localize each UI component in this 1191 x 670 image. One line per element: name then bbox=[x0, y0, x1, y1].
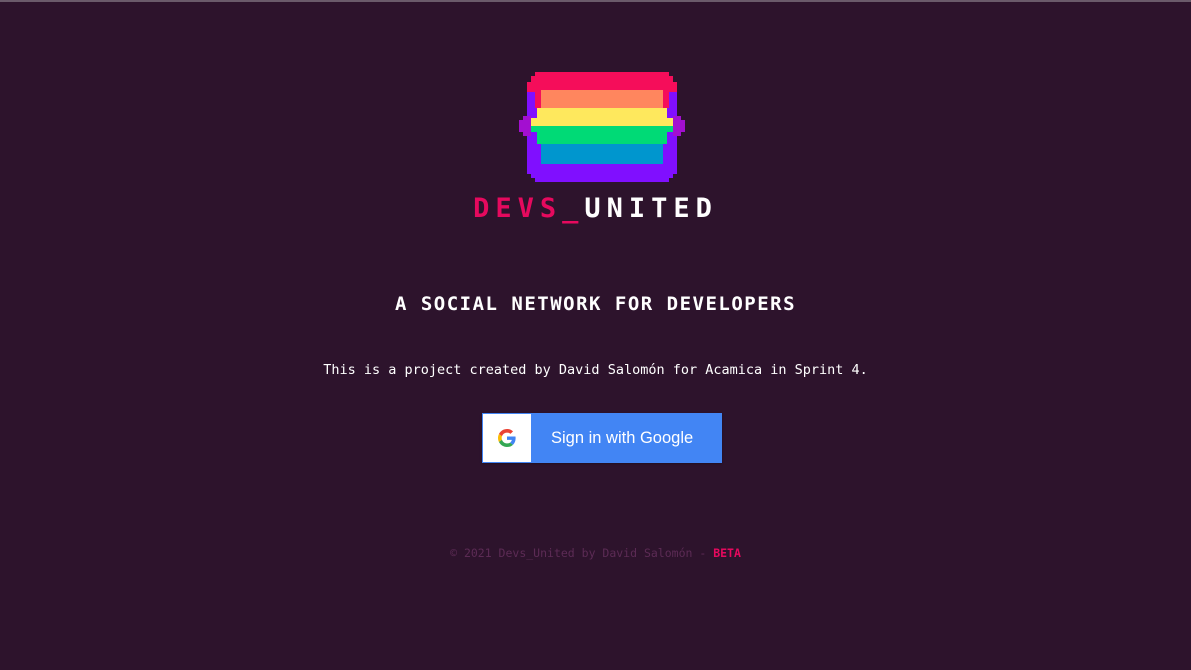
google-signin-label: Sign in with Google bbox=[551, 428, 694, 447]
brand-name-part1: DEVS_ bbox=[473, 193, 585, 224]
window-top-border bbox=[0, 0, 1191, 2]
footer: © 2021 Devs_United by David Salomón - BE… bbox=[0, 544, 1191, 562]
google-signin-button[interactable]: Sign in with Google bbox=[482, 413, 722, 463]
brand-wordmark: DEVS_UNITED bbox=[0, 192, 1191, 226]
brand-name-part2: UNITED bbox=[584, 193, 718, 224]
footer-copyright: © 2021 Devs_United by David Salomón - bbox=[450, 546, 714, 560]
google-g-icon bbox=[498, 429, 516, 447]
google-g-icon-box bbox=[483, 414, 531, 462]
tagline-heading: A SOCIAL NETWORK FOR DEVELOPERS bbox=[394, 293, 797, 315]
project-description: This is a project created by David Salom… bbox=[323, 362, 868, 378]
rainbow-pixel-logo-icon bbox=[517, 70, 687, 184]
beta-badge: BETA bbox=[713, 546, 741, 560]
